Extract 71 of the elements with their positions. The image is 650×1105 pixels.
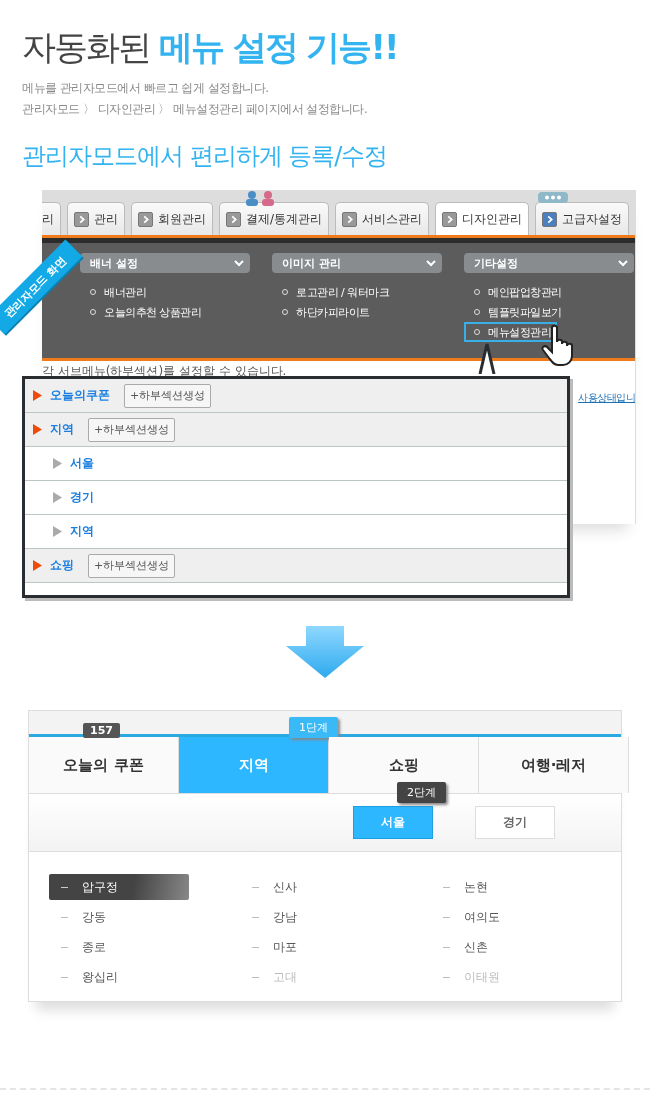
- group-title: 기타설정: [474, 255, 518, 271]
- section-name[interactable]: 지역: [70, 523, 94, 540]
- add-section-button[interactable]: +하부섹션생성: [88, 417, 176, 442]
- region-item[interactable]: 마포: [240, 934, 380, 960]
- triangle-icon: [33, 424, 42, 435]
- arrow-icon: [542, 211, 558, 227]
- dash-icon: [443, 916, 450, 918]
- add-section-button[interactable]: +하부섹션생성: [124, 383, 212, 408]
- subheading: 관리자모드에서 편리하게 등록/수정: [22, 141, 388, 172]
- menu-link[interactable]: 템플릿파일보기: [464, 302, 568, 322]
- dash-icon: [61, 916, 68, 918]
- triangle-icon: [53, 526, 62, 537]
- region-item[interactable]: 종로: [49, 934, 189, 960]
- menu-tab[interactable]: 회원관리: [131, 202, 213, 235]
- chevron-down-icon: [234, 259, 244, 267]
- dash-icon: [443, 886, 450, 888]
- chat-bubble-icon: [538, 192, 568, 206]
- category-name[interactable]: 지역: [50, 421, 74, 438]
- description-text: 메뉴를 관리자모드에서 빠르고 쉽게 설정합니다.: [22, 80, 269, 97]
- triangle-icon: [53, 458, 62, 469]
- subcategory-button[interactable]: 경기: [475, 806, 555, 839]
- category-tab[interactable]: 오늘의 쿠폰: [29, 737, 179, 793]
- add-section-button[interactable]: +하부섹션생성: [88, 553, 176, 578]
- step-tooltip: 1단계: [289, 717, 338, 738]
- dash-icon: [252, 916, 259, 918]
- menu-link[interactable]: 오늘의추천 상품관리: [80, 302, 208, 322]
- triangle-icon: [33, 560, 42, 571]
- status-link[interactable]: 사용상태입니: [578, 391, 635, 405]
- menu-tab[interactable]: 서비스관리: [335, 202, 430, 235]
- region-item[interactable]: 논현: [431, 874, 571, 900]
- dash-icon: [252, 946, 259, 948]
- menu-link[interactable]: 로고관리 / 워터마크: [272, 282, 396, 302]
- step-tooltip: 2단계: [397, 782, 446, 803]
- menu-tab[interactable]: 디자인관리: [435, 202, 530, 235]
- menu-tab[interactable]: 관리: [67, 202, 125, 235]
- group-title: 이미지 관리: [282, 255, 341, 271]
- dash-icon: [443, 976, 450, 978]
- dash-icon: [252, 886, 259, 888]
- dash-icon: [443, 946, 450, 948]
- menu-link[interactable]: 하단카피라이트: [272, 302, 376, 322]
- category-tab[interactable]: 여행·레저: [479, 737, 629, 793]
- region-item[interactable]: 압구정: [49, 874, 189, 900]
- dash-icon: [252, 976, 259, 978]
- menu-link[interactable]: 메인팝업창관리: [464, 282, 568, 302]
- region-item[interactable]: 여의도: [431, 904, 571, 930]
- region-item[interactable]: 왕십리: [49, 964, 189, 990]
- down-arrow-icon: [286, 626, 364, 678]
- chevron-down-icon: [426, 259, 436, 267]
- group-title: 배너 설정: [90, 255, 138, 271]
- triangle-icon: [53, 492, 62, 503]
- triangle-icon: [33, 390, 42, 401]
- menu-link[interactable]: 배너관리: [80, 282, 152, 302]
- chevron-down-icon: [618, 259, 628, 267]
- headline: 자동화된 메뉴 설정 기능!!: [22, 26, 398, 68]
- section-name[interactable]: 경기: [70, 489, 94, 506]
- region-item[interactable]: 강동: [49, 904, 189, 930]
- region-item[interactable]: 강남: [240, 904, 380, 930]
- region-item[interactable]: 신사: [240, 874, 380, 900]
- notice-text: 각 서브메뉴(하부섹션)를 설정할 수 있습니다.: [42, 363, 288, 380]
- region-item[interactable]: 신촌: [431, 934, 571, 960]
- category-name[interactable]: 오늘의쿠폰: [50, 387, 110, 404]
- menu-tab[interactable]: 결제/통계관리: [219, 202, 330, 235]
- dash-icon: [61, 946, 68, 948]
- menu-tab[interactable]: 고급자설정: [535, 202, 630, 235]
- menu-tab[interactable]: 리: [42, 202, 61, 235]
- dash-icon: [61, 976, 68, 978]
- dash-icon: [61, 886, 68, 888]
- section-name[interactable]: 서울: [70, 455, 94, 472]
- description-text: 관리자모드 〉 디자인관리 〉 메뉴설정관리 페이지에서 설정합니다.: [22, 101, 368, 118]
- category-name[interactable]: 쇼핑: [50, 557, 74, 574]
- count-badge: 157: [83, 723, 120, 738]
